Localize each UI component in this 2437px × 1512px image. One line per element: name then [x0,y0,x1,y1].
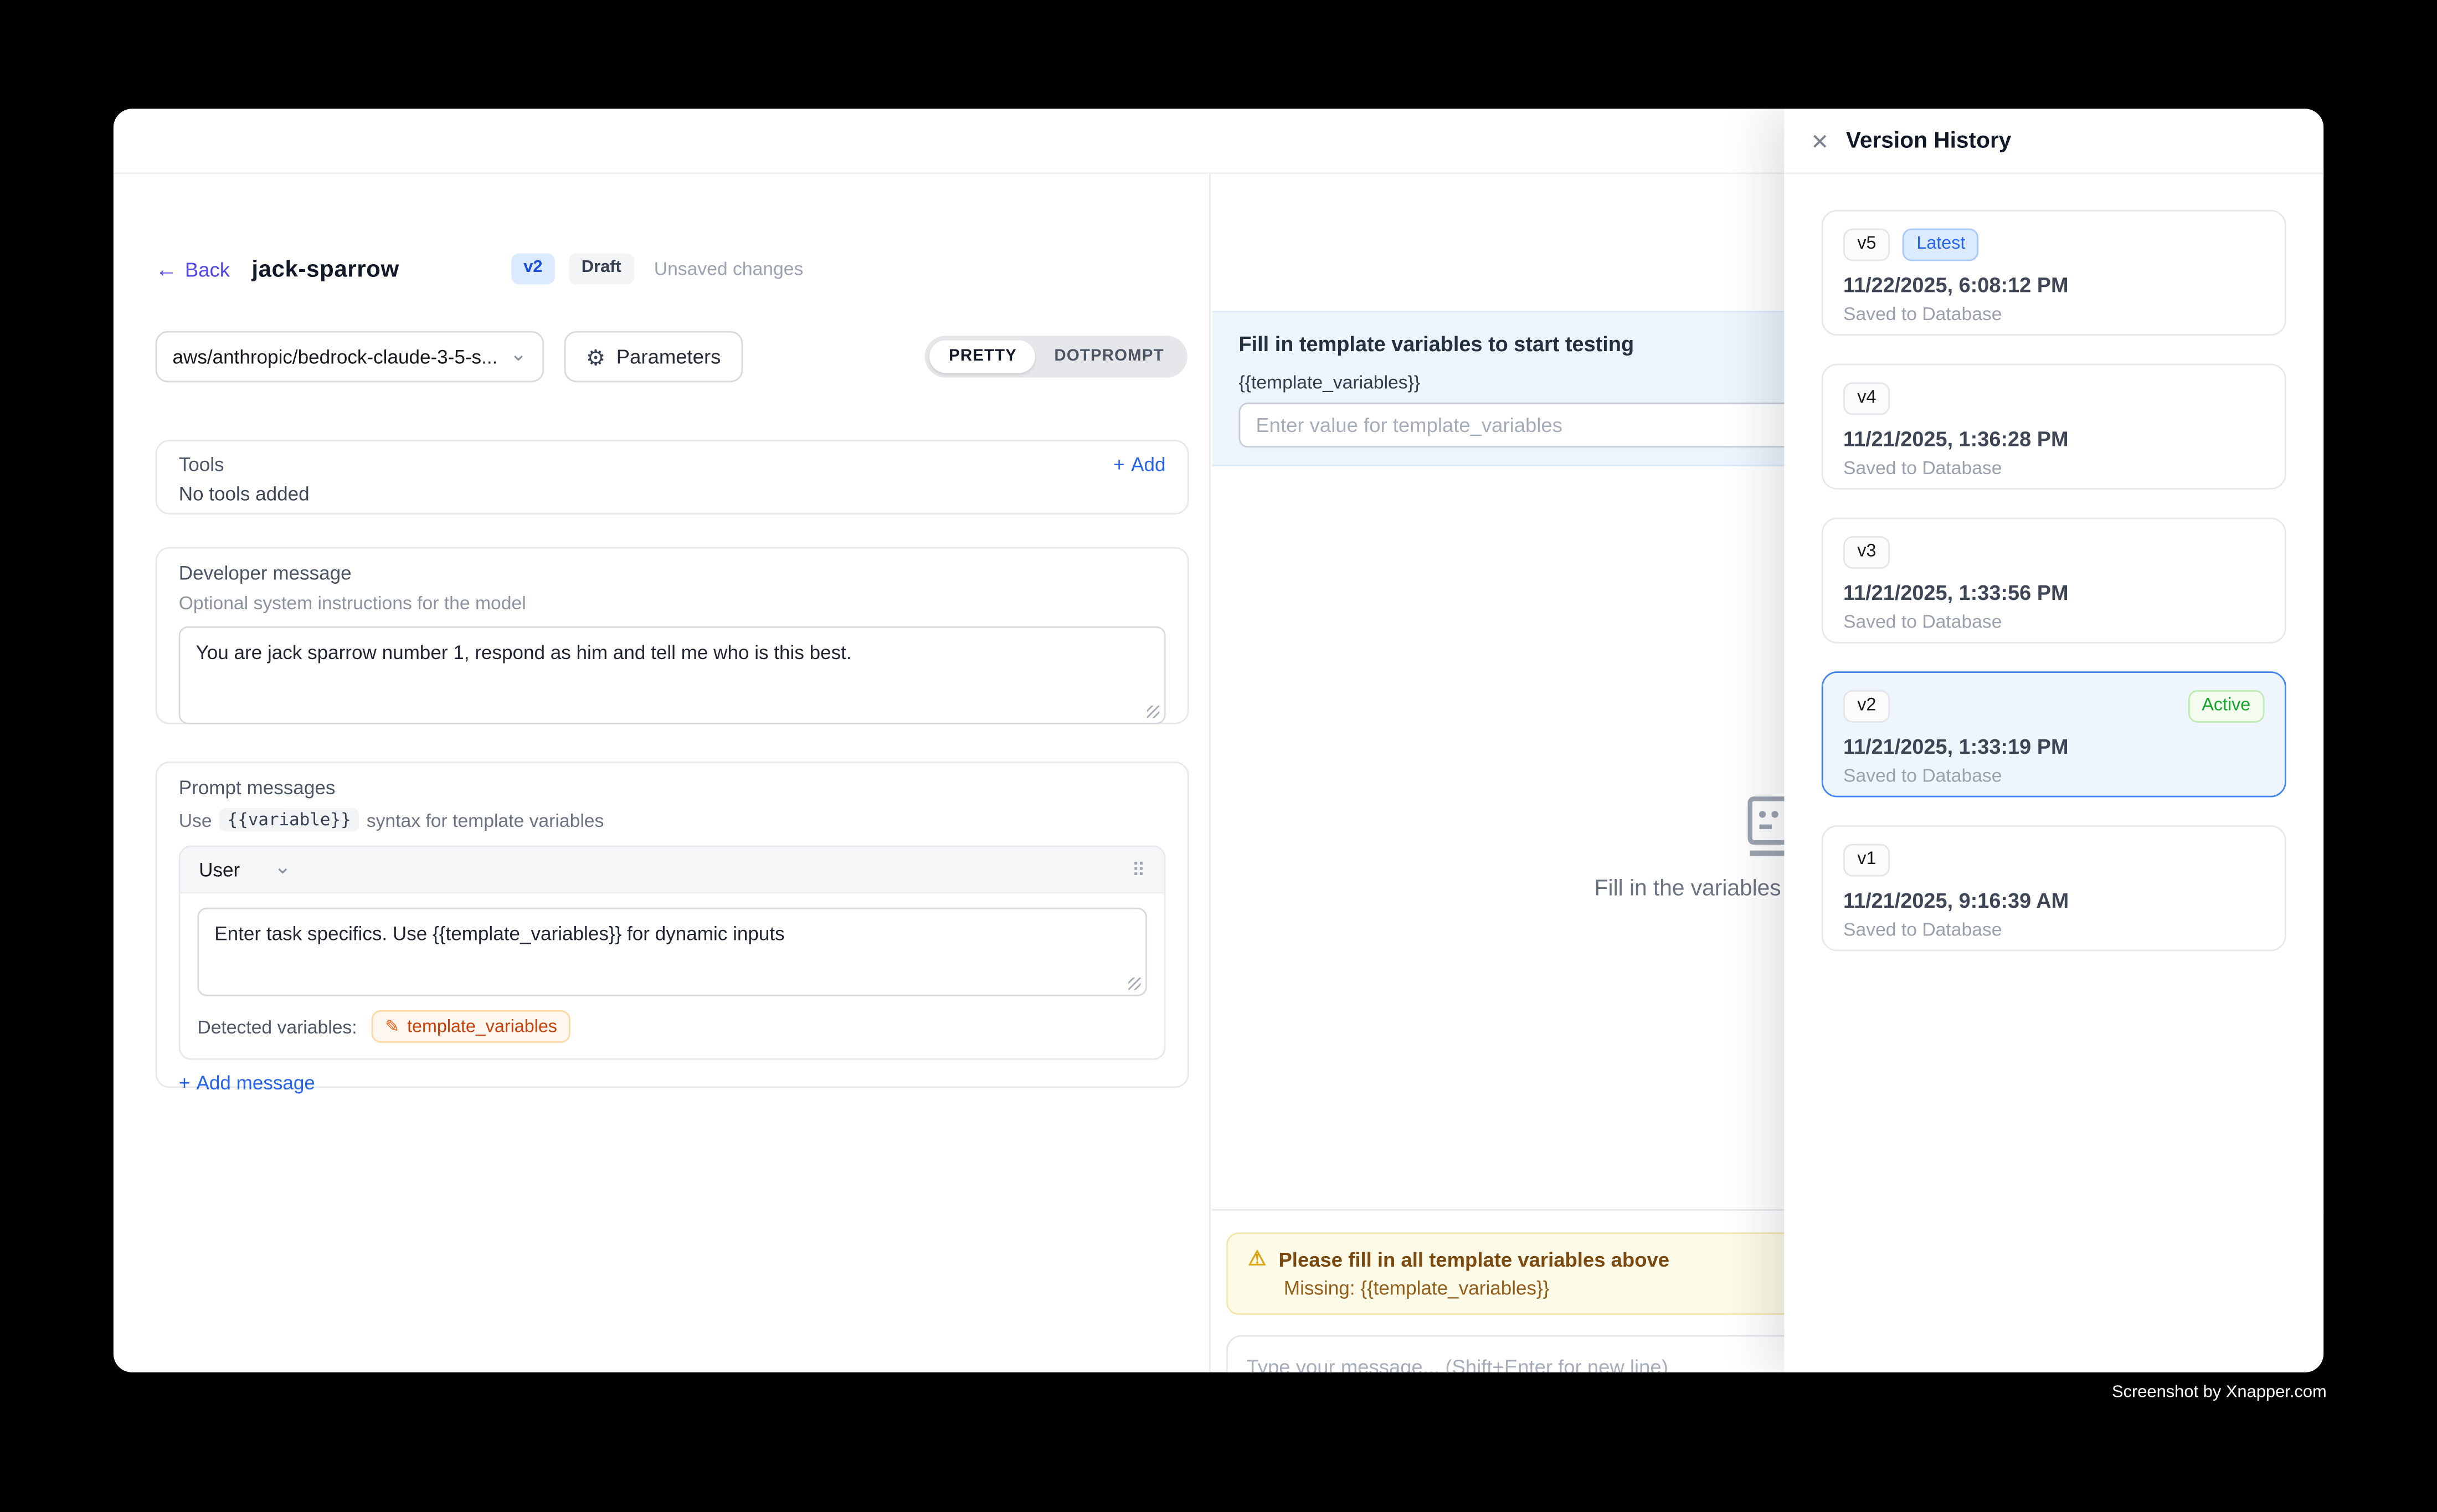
developer-message-subtitle: Optional system instructions for the mod… [179,592,1166,614]
version-history-title: Version History [1846,128,2012,153]
tools-title: Tools [179,454,224,475]
close-icon[interactable]: ✕ [1811,130,1829,151]
resize-handle-icon[interactable] [1128,978,1140,990]
latest-badge: Latest [1903,228,1979,261]
version-badge: v2 [511,254,555,284]
role-select[interactable]: User ⌄ [199,858,291,880]
pencil-icon: ✎ [385,1016,399,1036]
chevron-down-icon: ⌄ [274,856,291,876]
warning-title: Please fill in all template variables ab… [1278,1247,1669,1271]
detected-variables-row: Detected variables: ✎ template_variables [181,1007,1164,1058]
gear-icon: ⚙ [586,346,605,367]
version-history-header: ✕ Version History [1784,109,2323,174]
version-saved-text: Saved to Database [1843,457,2264,479]
version-id-badge: v2 [1843,690,1890,723]
version-timestamp: 11/21/2025, 1:36:28 PM [1843,428,2264,451]
drag-handle-icon[interactable]: ⠿ [1132,858,1145,880]
view-mode-toggle: PRETTY DOTPROMPT [926,336,1187,378]
add-tool-button[interactable]: + Add [1113,454,1165,475]
page-title: jack-sparrow [251,256,399,282]
plus-icon: + [1113,454,1125,475]
version-timestamp: 11/21/2025, 1:33:56 PM [1843,581,2264,604]
version-card-v2[interactable]: v2 Active 11/21/2025, 1:33:19 PM Saved t… [1822,671,2286,797]
add-message-button[interactable]: + Add message [179,1072,315,1094]
version-card-v3[interactable]: v3 11/21/2025, 1:33:56 PM Saved to Datab… [1822,517,2286,643]
tools-empty-text: No tools added [179,484,1166,505]
developer-message-value: You are jack sparrow number 1, respond a… [196,642,852,664]
template-variable-chip[interactable]: ✎ template_variables [371,1010,571,1043]
model-row: aws/anthropic/bedrock-claude-3-5-s... ⌄ … [156,331,1187,383]
variable-syntax-hint: Use {{variable}} syntax for template var… [179,808,1166,831]
developer-message-title: Developer message [179,563,1166,584]
variable-syntax-chip: {{variable}} [220,808,359,831]
version-id-badge: v5 [1843,228,1890,261]
toggle-dotprompt[interactable]: DOTPROMPT [1036,341,1183,373]
version-saved-text: Saved to Database [1843,611,2264,632]
version-card-v5[interactable]: v5 Latest 11/22/2025, 6:08:12 PM Saved t… [1822,210,2286,336]
draft-badge: Draft [569,254,634,284]
variable-input-placeholder: Enter value for template_variables [1256,413,1562,436]
version-card-v4[interactable]: v4 11/21/2025, 1:36:28 PM Saved to Datab… [1822,364,2286,490]
message-value: Enter task specifics. Use {{template_var… [214,923,784,945]
back-label: Back [185,257,230,280]
version-timestamp: 11/21/2025, 1:33:19 PM [1843,735,2264,758]
version-saved-text: Saved to Database [1843,303,2264,325]
message-textarea[interactable]: Enter task specifics. Use {{template_var… [197,908,1147,996]
version-history-list: v5 Latest 11/22/2025, 6:08:12 PM Saved t… [1784,174,2323,1372]
prompt-messages-title: Prompt messages [179,777,1166,799]
tools-card: Tools + Add No tools added [156,440,1189,515]
parameters-label: Parameters [616,345,721,368]
warning-icon: ⚠ [1248,1247,1266,1272]
developer-message-card: Developer message Optional system instru… [156,547,1189,724]
hint-prefix: Use [179,809,212,831]
watermark-text: Screenshot by Xnapper.com [2112,1383,2327,1402]
message-role-header: User ⌄ ⠿ [181,847,1164,893]
add-message-label: Add message [196,1072,315,1094]
unsaved-changes-text: Unsaved changes [654,258,804,280]
version-id-badge: v3 [1843,536,1890,569]
resize-handle-icon[interactable] [1147,706,1159,718]
prompt-editor-panel: ← Back jack-sparrow v2 Draft Unsaved cha… [114,174,1211,1372]
model-select-value: aws/anthropic/bedrock-claude-3-5-s... [172,346,510,367]
editor-toolbar: ← Back jack-sparrow v2 Draft Unsaved cha… [156,250,1178,287]
model-select[interactable]: aws/anthropic/bedrock-claude-3-5-s... ⌄ [156,331,544,383]
version-saved-text: Saved to Database [1843,764,2264,786]
detected-variables-label: Detected variables: [197,1016,357,1037]
hint-suffix: syntax for template variables [367,809,604,831]
add-tool-label: Add [1131,454,1165,475]
version-timestamp: 11/21/2025, 9:16:39 AM [1843,889,2264,912]
prompt-message-block: User ⌄ ⠿ Enter task specifics. Use {{tem… [179,846,1166,1060]
app-window: ← Back jack-sparrow v2 Draft Unsaved cha… [114,109,2323,1372]
developer-message-textarea[interactable]: You are jack sparrow number 1, respond a… [179,626,1166,724]
back-button[interactable]: ← Back [156,257,230,280]
role-select-value: User [199,858,240,880]
active-badge: Active [2188,690,2264,723]
plus-icon: + [179,1072,191,1094]
version-card-v1[interactable]: v1 11/21/2025, 9:16:39 AM Saved to Datab… [1822,825,2286,951]
toggle-pretty[interactable]: PRETTY [930,341,1035,373]
screenshot-stage: ← Back jack-sparrow v2 Draft Unsaved cha… [0,0,2437,1512]
version-timestamp: 11/22/2025, 6:08:12 PM [1843,274,2264,297]
message-body: Enter task specifics. Use {{template_var… [181,894,1164,1007]
parameters-button[interactable]: ⚙ Parameters [564,331,743,383]
version-id-badge: v4 [1843,382,1890,415]
chat-input-placeholder: Type your message... (Shift+Enter for ne… [1247,1355,1668,1372]
chevron-down-icon: ⌄ [510,343,527,363]
template-variable-chip-label: template_variables [407,1017,557,1036]
prompt-messages-card: Prompt messages Use {{variable}} syntax … [156,762,1189,1088]
version-history-panel: ✕ Version History v5 Latest 11/22/2025, … [1784,109,2323,1372]
version-saved-text: Saved to Database [1843,918,2264,940]
back-arrow-icon: ← [156,258,177,280]
version-id-badge: v1 [1843,844,1890,877]
